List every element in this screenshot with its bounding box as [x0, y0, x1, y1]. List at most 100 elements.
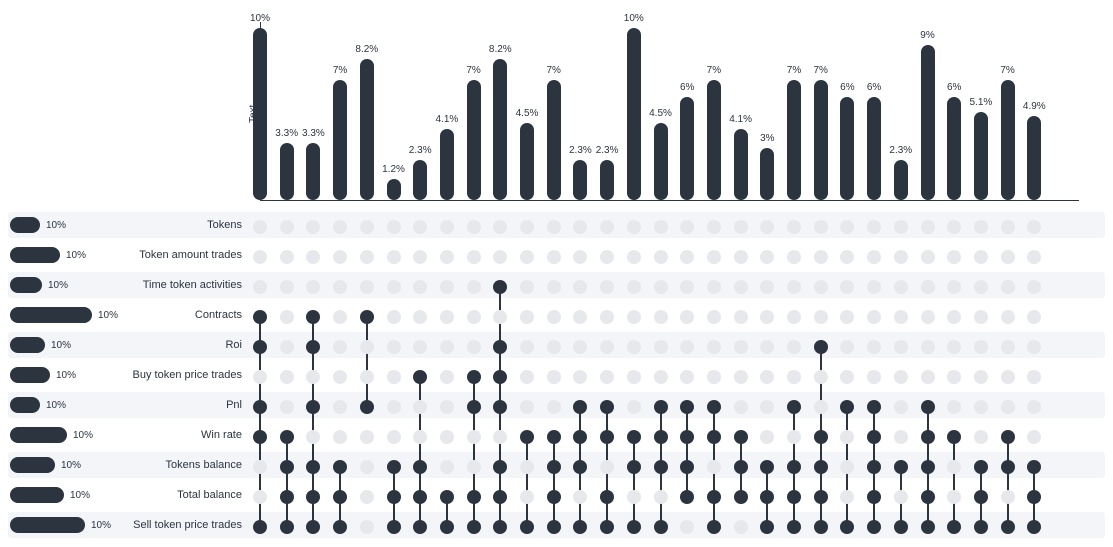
- matrix-dot-off: [467, 460, 481, 474]
- matrix-dot-off: [360, 460, 374, 474]
- set-size-bar: [10, 247, 60, 263]
- set-name-label: Total balance: [177, 489, 242, 501]
- matrix-dot-on: [600, 490, 614, 504]
- matrix-dot-off: [707, 310, 721, 324]
- matrix-dot-off: [467, 280, 481, 294]
- set-size-label: 10%: [73, 430, 93, 441]
- matrix-dot-on: [734, 460, 748, 474]
- matrix-dot-off: [280, 220, 294, 234]
- matrix-dot-on: [547, 460, 561, 474]
- intersection-bar-label: 2.3%: [596, 145, 619, 156]
- matrix-dot-off: [387, 280, 401, 294]
- matrix-dot-on: [493, 370, 507, 384]
- matrix-dot-on: [654, 430, 668, 444]
- matrix-dot-on: [707, 430, 721, 444]
- intersection-bar-label: 4.1%: [435, 114, 458, 125]
- matrix-dot-off: [814, 280, 828, 294]
- intersection-bar: 3%: [760, 148, 774, 200]
- matrix-dot-off: [680, 250, 694, 264]
- matrix-dot-on: [974, 460, 988, 474]
- matrix-dot-off: [306, 430, 320, 444]
- matrix-dot-off: [440, 250, 454, 264]
- matrix-dot-on: [333, 520, 347, 534]
- matrix-dot-off: [306, 250, 320, 264]
- set-size-label: 10%: [46, 400, 66, 411]
- matrix-dot-off: [760, 280, 774, 294]
- matrix-dot-off: [1027, 400, 1041, 414]
- matrix-dot-off: [787, 340, 801, 354]
- intersection-bar-label: 6%: [840, 82, 854, 93]
- matrix-dot-on: [894, 520, 908, 534]
- matrix-dot-on: [867, 400, 881, 414]
- matrix-dot-on: [467, 400, 481, 414]
- intersection-bar-label: 3.3%: [275, 128, 298, 139]
- matrix-dot-off: [387, 310, 401, 324]
- matrix-dot-off: [520, 370, 534, 384]
- matrix-dot-on: [921, 400, 935, 414]
- matrix-dot-off: [360, 280, 374, 294]
- matrix-dot-on: [280, 520, 294, 534]
- set-size-bar: [10, 277, 42, 293]
- matrix-dot-off: [253, 370, 267, 384]
- intersection-bar: 2.3%: [573, 160, 587, 200]
- matrix-dot-off: [840, 430, 854, 444]
- matrix-dot-on: [547, 430, 561, 444]
- matrix-dot-on: [253, 310, 267, 324]
- intersection-bar: 3.3%: [306, 143, 320, 200]
- intersection-bar-label: 10%: [250, 13, 270, 24]
- matrix-dot-off: [814, 370, 828, 384]
- matrix-dot-on: [814, 490, 828, 504]
- set-size-label: 10%: [46, 220, 66, 231]
- matrix-dot-on: [280, 460, 294, 474]
- matrix-dot-off: [573, 370, 587, 384]
- matrix-dot-on: [867, 430, 881, 444]
- matrix-dot-off: [760, 220, 774, 234]
- matrix-dot-off: [413, 280, 427, 294]
- matrix-dot-off: [867, 310, 881, 324]
- matrix-dot-off: [600, 460, 614, 474]
- matrix-dot-off: [547, 220, 561, 234]
- matrix-dot-off: [387, 250, 401, 264]
- matrix-dot-off: [520, 460, 534, 474]
- matrix-dot-on: [440, 520, 454, 534]
- matrix-dot-off: [760, 400, 774, 414]
- matrix-dot-off: [1027, 340, 1041, 354]
- intersection-bar-label: 7%: [1000, 65, 1014, 76]
- matrix-dot-off: [947, 310, 961, 324]
- matrix-dot-off: [493, 430, 507, 444]
- matrix-dot-off: [1027, 280, 1041, 294]
- matrix-dot-off: [734, 340, 748, 354]
- matrix-dot-off: [1001, 340, 1015, 354]
- matrix-dot-on: [814, 520, 828, 534]
- intersection-bar: 9%: [921, 45, 935, 200]
- matrix-dot-off: [520, 310, 534, 324]
- matrix-dot-off: [974, 280, 988, 294]
- matrix-dot-off: [894, 400, 908, 414]
- intersection-bar: 4.5%: [654, 123, 668, 200]
- matrix-dot-off: [573, 310, 587, 324]
- matrix-dot-off: [707, 280, 721, 294]
- matrix-dot-on: [680, 490, 694, 504]
- matrix-dot-off: [573, 340, 587, 354]
- matrix-dot-off: [600, 280, 614, 294]
- matrix-dot-on: [493, 520, 507, 534]
- intersection-bar-label: 1.2%: [382, 164, 405, 175]
- matrix-dot-off: [253, 460, 267, 474]
- intersection-connector: [953, 437, 955, 527]
- intersection-bar: 6%: [840, 97, 854, 200]
- matrix-dot-off: [627, 370, 641, 384]
- matrix-dot-off: [894, 370, 908, 384]
- matrix-dot-off: [894, 340, 908, 354]
- intersection-bar-label: 7%: [707, 65, 721, 76]
- intersection-bar-label: 4.5%: [516, 108, 539, 119]
- intersection-bar-label: 5.1%: [969, 97, 992, 108]
- matrix-dot-off: [654, 250, 668, 264]
- matrix-dot-off: [654, 340, 668, 354]
- matrix-dot-on: [493, 490, 507, 504]
- matrix-dot-off: [814, 220, 828, 234]
- matrix-dot-off: [867, 370, 881, 384]
- matrix-dot-off: [253, 490, 267, 504]
- matrix-dot-off: [440, 430, 454, 444]
- matrix-dot-off: [520, 400, 534, 414]
- matrix-dot-off: [654, 310, 668, 324]
